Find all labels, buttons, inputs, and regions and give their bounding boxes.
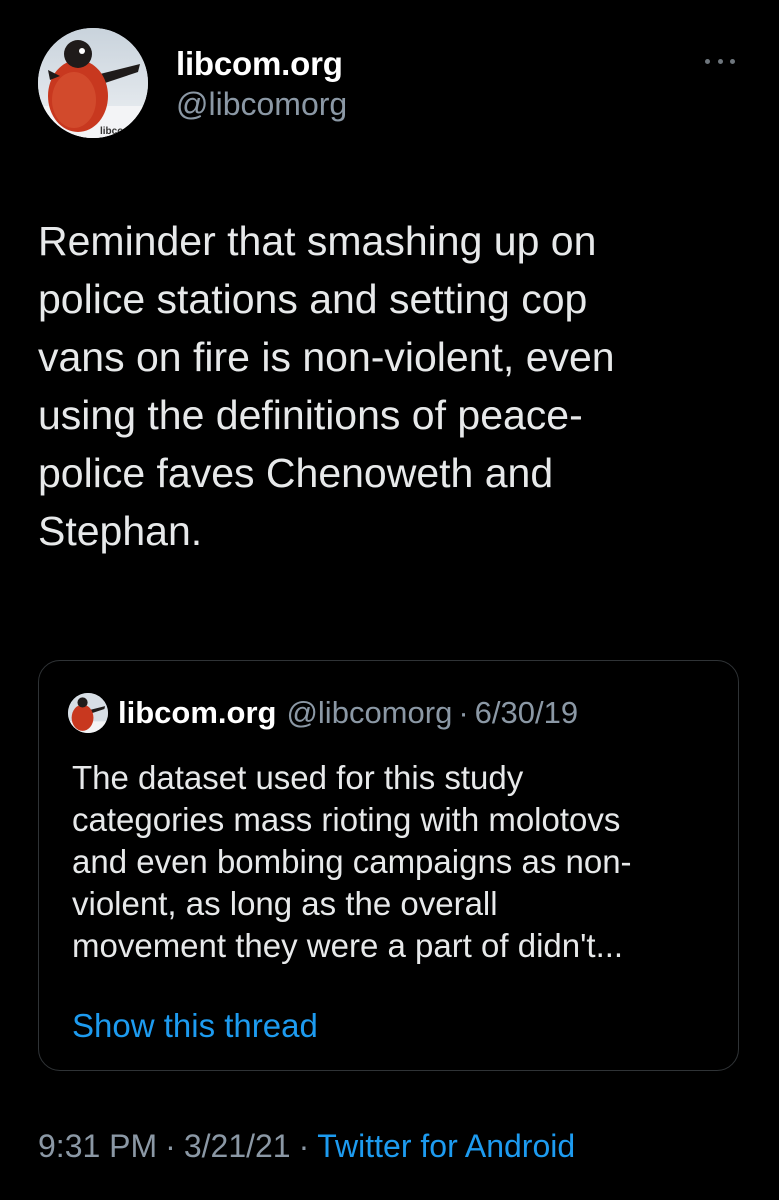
author-display-name[interactable]: libcom.org — [176, 44, 347, 84]
tweet-time[interactable]: 9:31 PM — [38, 1128, 157, 1164]
more-dots-icon[interactable] — [705, 56, 735, 66]
tweet-date[interactable]: 3/21/21 — [184, 1128, 291, 1164]
quoted-tweet-header: libcom.org @libcomorg · 6/30/19 — [68, 693, 578, 733]
author-handle[interactable]: @libcomorg — [176, 84, 347, 124]
penguin-avatar-icon — [68, 693, 108, 733]
quoted-author-avatar — [68, 693, 108, 733]
tweet-source-link[interactable]: Twitter for Android — [317, 1128, 575, 1164]
penguin-avatar-icon: libcom — [38, 28, 148, 138]
meta-separator: · — [165, 1128, 176, 1164]
meta-separator: · — [298, 1128, 310, 1164]
author-names: libcom.org @libcomorg — [176, 44, 347, 124]
quoted-tweet-date: 6/30/19 — [474, 695, 579, 730]
dot — [705, 58, 710, 64]
tweet-header: libcom libcom.org @libcomorg — [38, 28, 743, 138]
dot — [717, 58, 723, 64]
quoted-tweet-card[interactable]: libcom.org @libcomorg · 6/30/19 The data… — [38, 660, 739, 1071]
svg-text:libcom: libcom — [100, 126, 132, 137]
author-avatar[interactable]: libcom — [38, 28, 148, 138]
tweet-body-text: Reminder that smashing up on police stat… — [38, 218, 615, 554]
tweet-detail: libcom libcom.org @libcomorg Reminder th… — [0, 0, 779, 1200]
quoted-author-display-name: libcom.org — [118, 695, 277, 730]
dot — [730, 58, 735, 64]
quoted-separator: · — [458, 695, 469, 730]
quoted-author-handle: @libcomorg — [286, 695, 453, 730]
tweet-meta: 9:31 PM · 3/21/21 · Twitter for Android — [38, 1124, 575, 1168]
quoted-tweet-text: The dataset used for this study categori… — [72, 759, 632, 964]
show-thread-link[interactable]: Show this thread — [72, 1005, 318, 1047]
